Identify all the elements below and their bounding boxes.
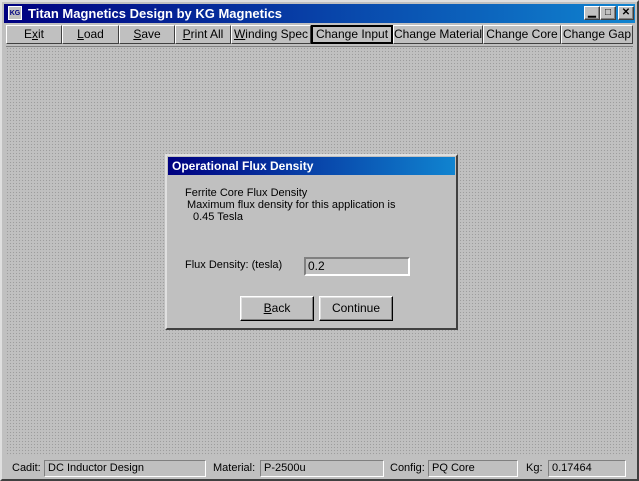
- close-button[interactable]: ✕: [618, 6, 634, 20]
- back-button[interactable]: Back: [240, 296, 314, 321]
- material-value: P-2500u: [260, 460, 384, 477]
- material-label: Material:: [213, 462, 256, 474]
- window-title: Titan Magnetics Design by KG Magnetics: [28, 6, 283, 21]
- change-core-button[interactable]: Change Core: [483, 25, 561, 44]
- minimize-button[interactable]: ▁: [584, 6, 600, 20]
- flux-density-dialog: Operational Flux Density Ferrite Core Fl…: [165, 154, 458, 330]
- kg-label: Kg:: [526, 462, 543, 474]
- config-label: Config:: [390, 462, 425, 474]
- kg-value: 0.17464: [548, 460, 626, 477]
- print-all-button[interactable]: Print All: [175, 25, 231, 44]
- config-value: PQ Core: [428, 460, 518, 477]
- flux-density-label: Flux Density: (tesla): [185, 259, 283, 271]
- dialog-text-limit: 0.45 Tesla: [193, 211, 243, 223]
- status-bar: Cadit: DC Inductor Design Material: P-25…: [6, 457, 633, 479]
- change-gap-button[interactable]: Change Gap: [561, 25, 633, 44]
- dialog-title[interactable]: Operational Flux Density: [168, 157, 455, 175]
- winding-spec-button[interactable]: Winding Spec: [231, 25, 311, 44]
- dialog-text-max: Maximum flux density for this applicatio…: [187, 199, 396, 211]
- hotkey-letter: P: [182, 27, 191, 41]
- save-button[interactable]: Save: [119, 25, 175, 44]
- flux-density-input[interactable]: 0.2: [304, 257, 410, 276]
- hotkey-letter: W: [233, 27, 246, 41]
- cadit-value: DC Inductor Design: [44, 460, 206, 477]
- continue-button[interactable]: Continue: [319, 296, 393, 321]
- dialog-text-heading: Ferrite Core Flux Density: [185, 187, 308, 199]
- back-button-label: B: [263, 301, 272, 315]
- hotkey-letter: S: [133, 27, 142, 41]
- menu-bar: Exit Load Save Print All Winding Spec Ch…: [6, 25, 633, 44]
- maximize-button[interactable]: □: [600, 6, 616, 20]
- app-icon[interactable]: KG: [8, 6, 22, 20]
- exit-button[interactable]: Exit: [6, 25, 62, 44]
- app-window: KG Titan Magnetics Design by KG Magnetic…: [0, 0, 639, 481]
- hotkey-letter: x: [32, 27, 38, 41]
- change-input-button[interactable]: Change Input: [311, 25, 393, 44]
- load-button[interactable]: Load: [62, 25, 119, 44]
- cadit-label: Cadit:: [12, 462, 41, 474]
- title-bar[interactable]: KG Titan Magnetics Design by KG Magnetic…: [4, 4, 635, 23]
- back-button-rest: ack: [271, 301, 291, 315]
- hotkey-letter: L: [77, 27, 84, 41]
- change-material-button[interactable]: Change Material: [393, 25, 483, 44]
